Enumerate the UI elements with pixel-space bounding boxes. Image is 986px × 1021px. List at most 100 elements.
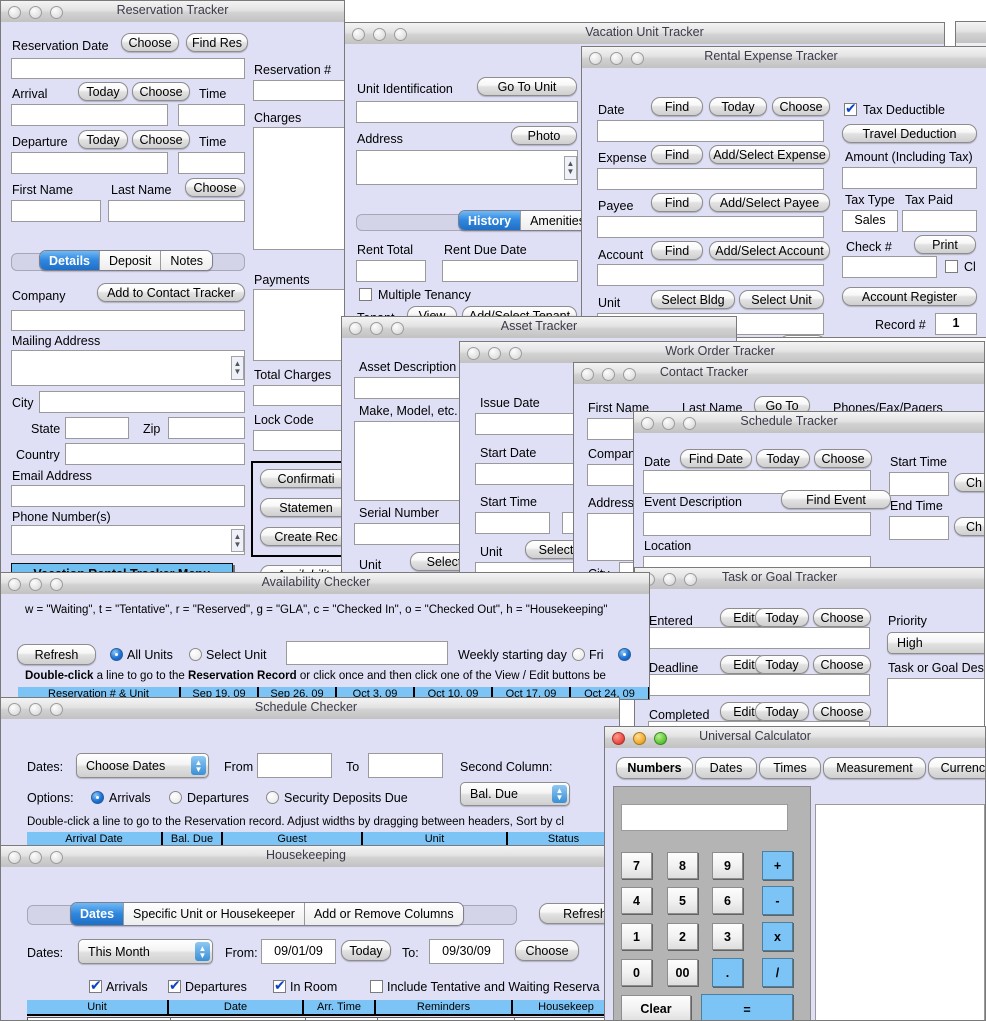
arrival-choose-button[interactable]: Choose (132, 82, 190, 101)
start-time-choose-button[interactable]: Ch (954, 473, 985, 492)
column-bal-due[interactable]: Bal. Due (163, 832, 223, 846)
calculator-tape[interactable] (815, 804, 985, 1021)
calc-key-8[interactable]: 8 (667, 852, 698, 879)
housekeeping-from-input[interactable]: 09/01/09 (261, 939, 336, 964)
all-units-radio[interactable] (110, 648, 123, 661)
friday-radio[interactable] (572, 648, 585, 661)
contact-address-input[interactable] (587, 513, 637, 561)
window-housekeeping[interactable]: Housekeeping Dates Specific Unit or Hous… (0, 845, 620, 1021)
print-button[interactable]: Print (914, 235, 976, 254)
cleared-checkbox[interactable] (945, 260, 958, 273)
travel-deduction-button[interactable]: Travel Deduction (842, 124, 977, 143)
deadline-today-button[interactable]: Today (755, 655, 809, 674)
departures-radio[interactable] (169, 791, 182, 804)
date-today-button[interactable]: Today (709, 97, 767, 116)
departures-checkbox[interactable] (168, 980, 181, 993)
column-reminders[interactable]: Reminders (376, 1000, 513, 1014)
end-time-choose-button[interactable]: Ch (954, 517, 985, 536)
expense-find-button[interactable]: Find (651, 145, 703, 164)
add-select-account-button[interactable]: Add/Select Account (709, 241, 830, 260)
expense-input[interactable] (597, 168, 824, 190)
to-date-input[interactable] (368, 753, 443, 778)
calc-key-0[interactable]: 0 (621, 959, 652, 986)
phone-numbers-input[interactable] (11, 525, 245, 555)
calc-key-3[interactable]: 3 (712, 923, 743, 950)
start-date-input[interactable] (475, 463, 587, 485)
minimize-icon[interactable] (29, 851, 42, 864)
total-charges-input[interactable] (253, 385, 345, 406)
titlebar-asset-tracker[interactable]: Asset Tracker (342, 317, 736, 339)
find-event-button[interactable]: Find Event (781, 490, 891, 509)
find-res-button[interactable]: Find Res (186, 33, 248, 52)
tab-dates[interactable]: Dates (71, 903, 124, 925)
details-tabs[interactable]: Details Deposit Notes (39, 250, 213, 271)
calc-key-divide[interactable]: / (762, 958, 793, 987)
state-input[interactable] (65, 417, 129, 439)
close-icon[interactable] (8, 703, 21, 716)
refresh-button[interactable]: Refresh (17, 644, 96, 665)
find-date-button[interactable]: Find Date (680, 449, 752, 468)
window-controls[interactable] (467, 347, 522, 360)
titlebar-task-goal-tracker[interactable]: Task or Goal Tracker (635, 568, 984, 590)
priority-popup[interactable]: High (887, 632, 985, 654)
schedule-start-time-input[interactable] (889, 472, 949, 496)
deadline-choose-button[interactable]: Choose (813, 655, 871, 674)
reservation-number-input[interactable] (253, 80, 345, 101)
completed-today-button[interactable]: Today (755, 702, 809, 721)
zoom-icon[interactable] (509, 347, 522, 360)
departure-today-button[interactable]: Today (78, 130, 128, 149)
housekeeping-dates-popup[interactable]: This Month ▲▼ (78, 939, 213, 964)
column-unit[interactable]: Unit (27, 1000, 169, 1014)
titlebar-vacation-unit-tracker[interactable]: Vacation Unit Tracker (345, 23, 944, 45)
tab-currency[interactable]: Currency (928, 757, 986, 779)
check-number-input[interactable] (842, 256, 937, 278)
tab-measurement[interactable]: Measurement (823, 757, 926, 779)
tab-dates[interactable]: Dates (695, 757, 757, 779)
column-guest[interactable]: Guest (223, 832, 363, 846)
titlebar-schedule-checker[interactable]: Schedule Checker (1, 698, 619, 720)
titlebar-availability-checker[interactable]: Availability Checker (1, 573, 649, 595)
window-task-goal-tracker[interactable]: Task or Goal Tracker Entered Edit Today … (634, 567, 985, 730)
window-universal-calculator[interactable]: Universal Calculator Numbers Dates Times… (604, 726, 986, 1021)
calc-key-9[interactable]: 9 (712, 852, 743, 879)
housekeeping-tabs[interactable]: Dates Specific Unit or Housekeeper Add o… (70, 902, 464, 926)
task-goal-description-input[interactable] (887, 678, 985, 730)
window-controls[interactable] (8, 703, 63, 716)
payments-list[interactable] (253, 289, 345, 361)
completed-choose-button[interactable]: Choose (813, 702, 871, 721)
tab-history[interactable]: History (459, 211, 521, 230)
zip-input[interactable] (168, 417, 245, 439)
column-date[interactable]: Date (169, 1000, 304, 1014)
tab-deposit[interactable]: Deposit (100, 251, 161, 270)
availability-unit-input[interactable] (286, 641, 448, 665)
add-to-contact-tracker-button[interactable]: Add to Contact Tracker (97, 283, 245, 302)
zoom-icon[interactable] (50, 578, 63, 591)
calc-key-plus[interactable]: + (762, 851, 793, 880)
first-name-input[interactable] (11, 200, 101, 222)
country-input[interactable] (65, 443, 245, 465)
schedule-end-time-input[interactable] (889, 516, 949, 540)
create-record-button[interactable]: Create Rec (260, 527, 345, 546)
amount-input[interactable] (842, 167, 977, 189)
unit-identification-input[interactable] (356, 101, 578, 123)
mailing-address-stepper[interactable]: ▲▼ (231, 356, 244, 380)
calc-key-2[interactable]: 2 (667, 923, 698, 950)
account-find-button[interactable]: Find (651, 241, 703, 260)
choose-date-button[interactable]: Choose (121, 33, 179, 52)
entered-today-button[interactable]: Today (755, 608, 809, 627)
window-schedule-checker[interactable]: Schedule Checker Dates: Choose Dates ▲▼ … (0, 697, 620, 847)
housekeeping-to-input[interactable]: 09/30/09 (429, 939, 504, 964)
close-icon[interactable] (8, 578, 21, 591)
titlebar-background-sliver[interactable] (956, 22, 986, 44)
reservation-date-input[interactable] (11, 58, 245, 79)
rent-due-date-input[interactable] (442, 260, 578, 282)
titlebar-work-order-tracker[interactable]: Work Order Tracker (460, 342, 984, 364)
minimize-icon[interactable] (29, 578, 42, 591)
arrival-today-button[interactable]: Today (78, 82, 128, 101)
schedule-choose-button[interactable]: Choose (814, 449, 872, 468)
calc-key-decimal[interactable]: . (712, 958, 743, 987)
account-register-button[interactable]: Account Register (842, 287, 977, 306)
tab-notes[interactable]: Notes (161, 251, 212, 270)
add-button[interactable]: Add (779, 335, 826, 338)
zoom-icon[interactable] (50, 851, 63, 864)
